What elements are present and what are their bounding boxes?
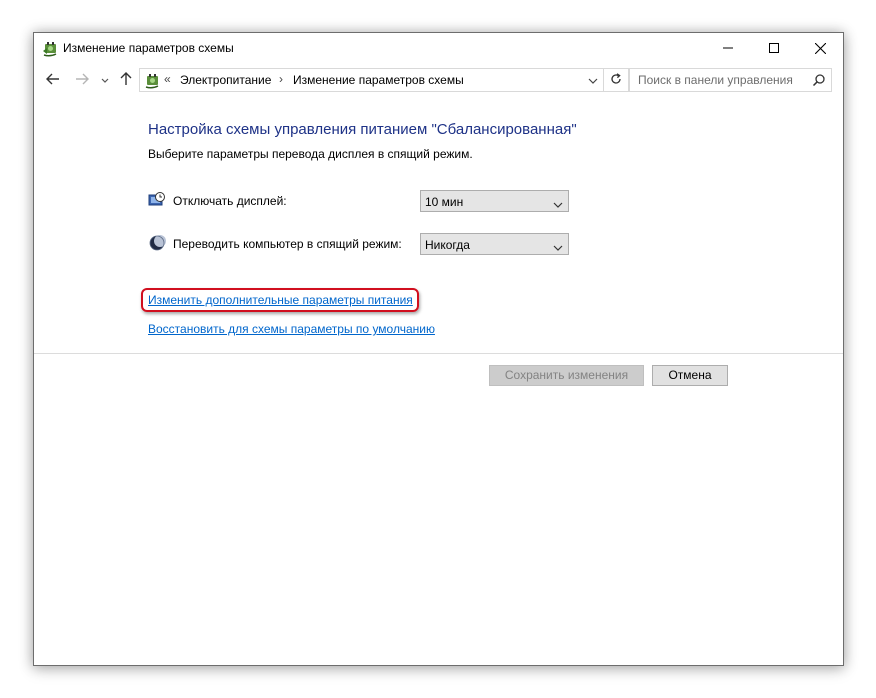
power-plan-window: Изменение параметров схемы « Электропита… <box>33 32 844 666</box>
page-title: Настройка схемы управления питанием "Сба… <box>148 121 577 138</box>
breadcrumb-separator[interactable]: › <box>279 72 283 86</box>
title-bar[interactable]: Изменение параметров схемы <box>34 33 843 63</box>
navigation-bar: « Электропитание › Изменение параметров … <box>34 67 843 93</box>
arrow-right-icon <box>75 73 89 88</box>
arrow-left-icon <box>46 73 60 88</box>
up-button[interactable] <box>116 70 136 90</box>
forward-button[interactable] <box>72 70 92 90</box>
breadcrumb-edit-plan[interactable]: Изменение параметров схемы <box>293 73 464 87</box>
chevron-down-icon <box>553 198 563 208</box>
display-off-label: Отключать дисплей: <box>173 194 287 208</box>
power-options-icon <box>41 39 59 57</box>
window-title: Изменение параметров схемы <box>63 41 234 55</box>
cancel-button[interactable]: Отмена <box>652 365 728 386</box>
chevron-down-icon <box>588 73 598 87</box>
back-button[interactable] <box>43 70 63 90</box>
maximize-button[interactable] <box>751 33 797 63</box>
divider <box>34 353 843 354</box>
close-button[interactable] <box>797 33 843 63</box>
close-icon <box>814 42 826 54</box>
search-input[interactable]: Поиск в панели управления <box>629 68 832 92</box>
recent-locations-button[interactable] <box>98 70 112 90</box>
display-off-value: 10 мин <box>425 195 464 209</box>
chevron-down-icon <box>101 73 109 87</box>
refresh-button[interactable] <box>603 69 628 91</box>
breadcrumb-power[interactable]: Электропитание <box>180 73 271 87</box>
breadcrumb-overflow[interactable]: « <box>164 72 171 86</box>
search-placeholder: Поиск в панели управления <box>638 73 793 87</box>
moon-icon <box>148 234 166 252</box>
minimize-button[interactable] <box>705 33 751 63</box>
restore-defaults-link[interactable]: Восстановить для схемы параметры по умол… <box>148 322 435 336</box>
page-description: Выберите параметры перевода дисплея в сп… <box>148 147 473 161</box>
sleep-select[interactable]: Никогда <box>420 233 569 255</box>
save-changes-button[interactable]: Сохранить изменения <box>489 365 644 386</box>
search-icon[interactable] <box>812 73 826 87</box>
arrow-up-icon <box>120 71 132 89</box>
advanced-power-settings-link[interactable]: Изменить дополнительные параметры питани… <box>148 293 413 307</box>
power-options-icon <box>143 71 161 89</box>
chevron-down-icon <box>553 241 563 251</box>
refresh-icon <box>610 72 622 88</box>
display-clock-icon <box>148 191 166 209</box>
minimize-icon <box>723 43 733 53</box>
maximize-icon <box>769 43 779 53</box>
address-history-dropdown[interactable] <box>585 71 601 89</box>
sleep-label: Переводить компьютер в спящий режим: <box>173 237 402 251</box>
display-off-select[interactable]: 10 мин <box>420 190 569 212</box>
address-bar[interactable]: « Электропитание › Изменение параметров … <box>139 68 629 92</box>
sleep-value: Никогда <box>425 238 470 252</box>
